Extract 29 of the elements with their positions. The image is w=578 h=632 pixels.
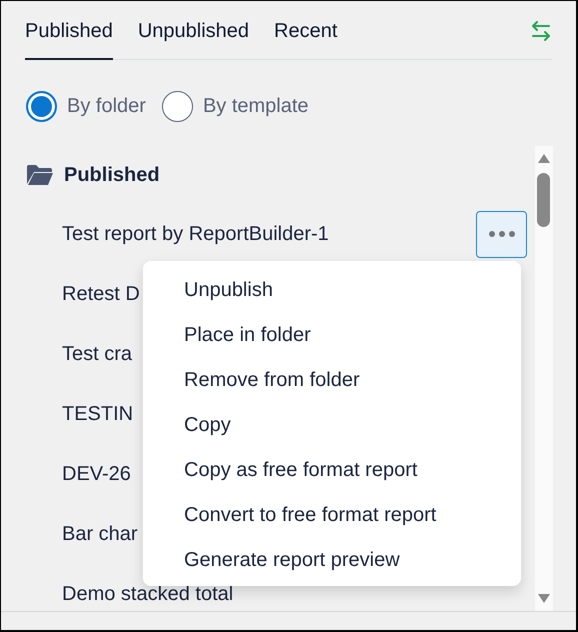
menu-item[interactable]: Convert to free format report [143,492,521,537]
tab[interactable]: Recent [274,16,338,60]
scrollbar[interactable] [535,146,553,611]
menu-item[interactable]: Copy as free format report [143,447,521,492]
menu-item[interactable]: Copy [143,402,521,447]
tab[interactable]: Unpublished [138,16,250,60]
report-name[interactable]: DEV-26 [62,459,131,489]
folder-name[interactable]: Published [64,160,160,190]
menu-item[interactable]: Unpublish [143,267,521,312]
more-icon [488,230,516,238]
scroll-up-icon[interactable] [538,154,550,163]
folder-icon [26,164,54,186]
scroll-down-icon[interactable] [538,594,550,603]
scroll-thumb[interactable] [537,173,550,227]
menu-item[interactable]: Remove from folder [143,357,521,402]
menu-item[interactable]: Place in folder [143,312,521,357]
menu-item[interactable]: Generate report preview [143,537,521,582]
report-name[interactable]: Test report by ReportBuilder-1 [62,219,329,249]
report-name[interactable]: TESTIN [62,399,134,429]
report-name[interactable]: Retest D [62,279,140,309]
more-button[interactable] [476,210,527,258]
radio-label[interactable]: By template [202,91,309,121]
radio-label[interactable]: By folder [67,91,146,121]
swap-icon[interactable] [530,19,552,43]
radio-button[interactable] [26,90,57,122]
report-name[interactable]: Test cra [62,339,132,369]
tab[interactable]: Published [25,16,113,60]
radio-button[interactable] [162,90,193,122]
report-name[interactable]: Bar char [62,519,138,549]
